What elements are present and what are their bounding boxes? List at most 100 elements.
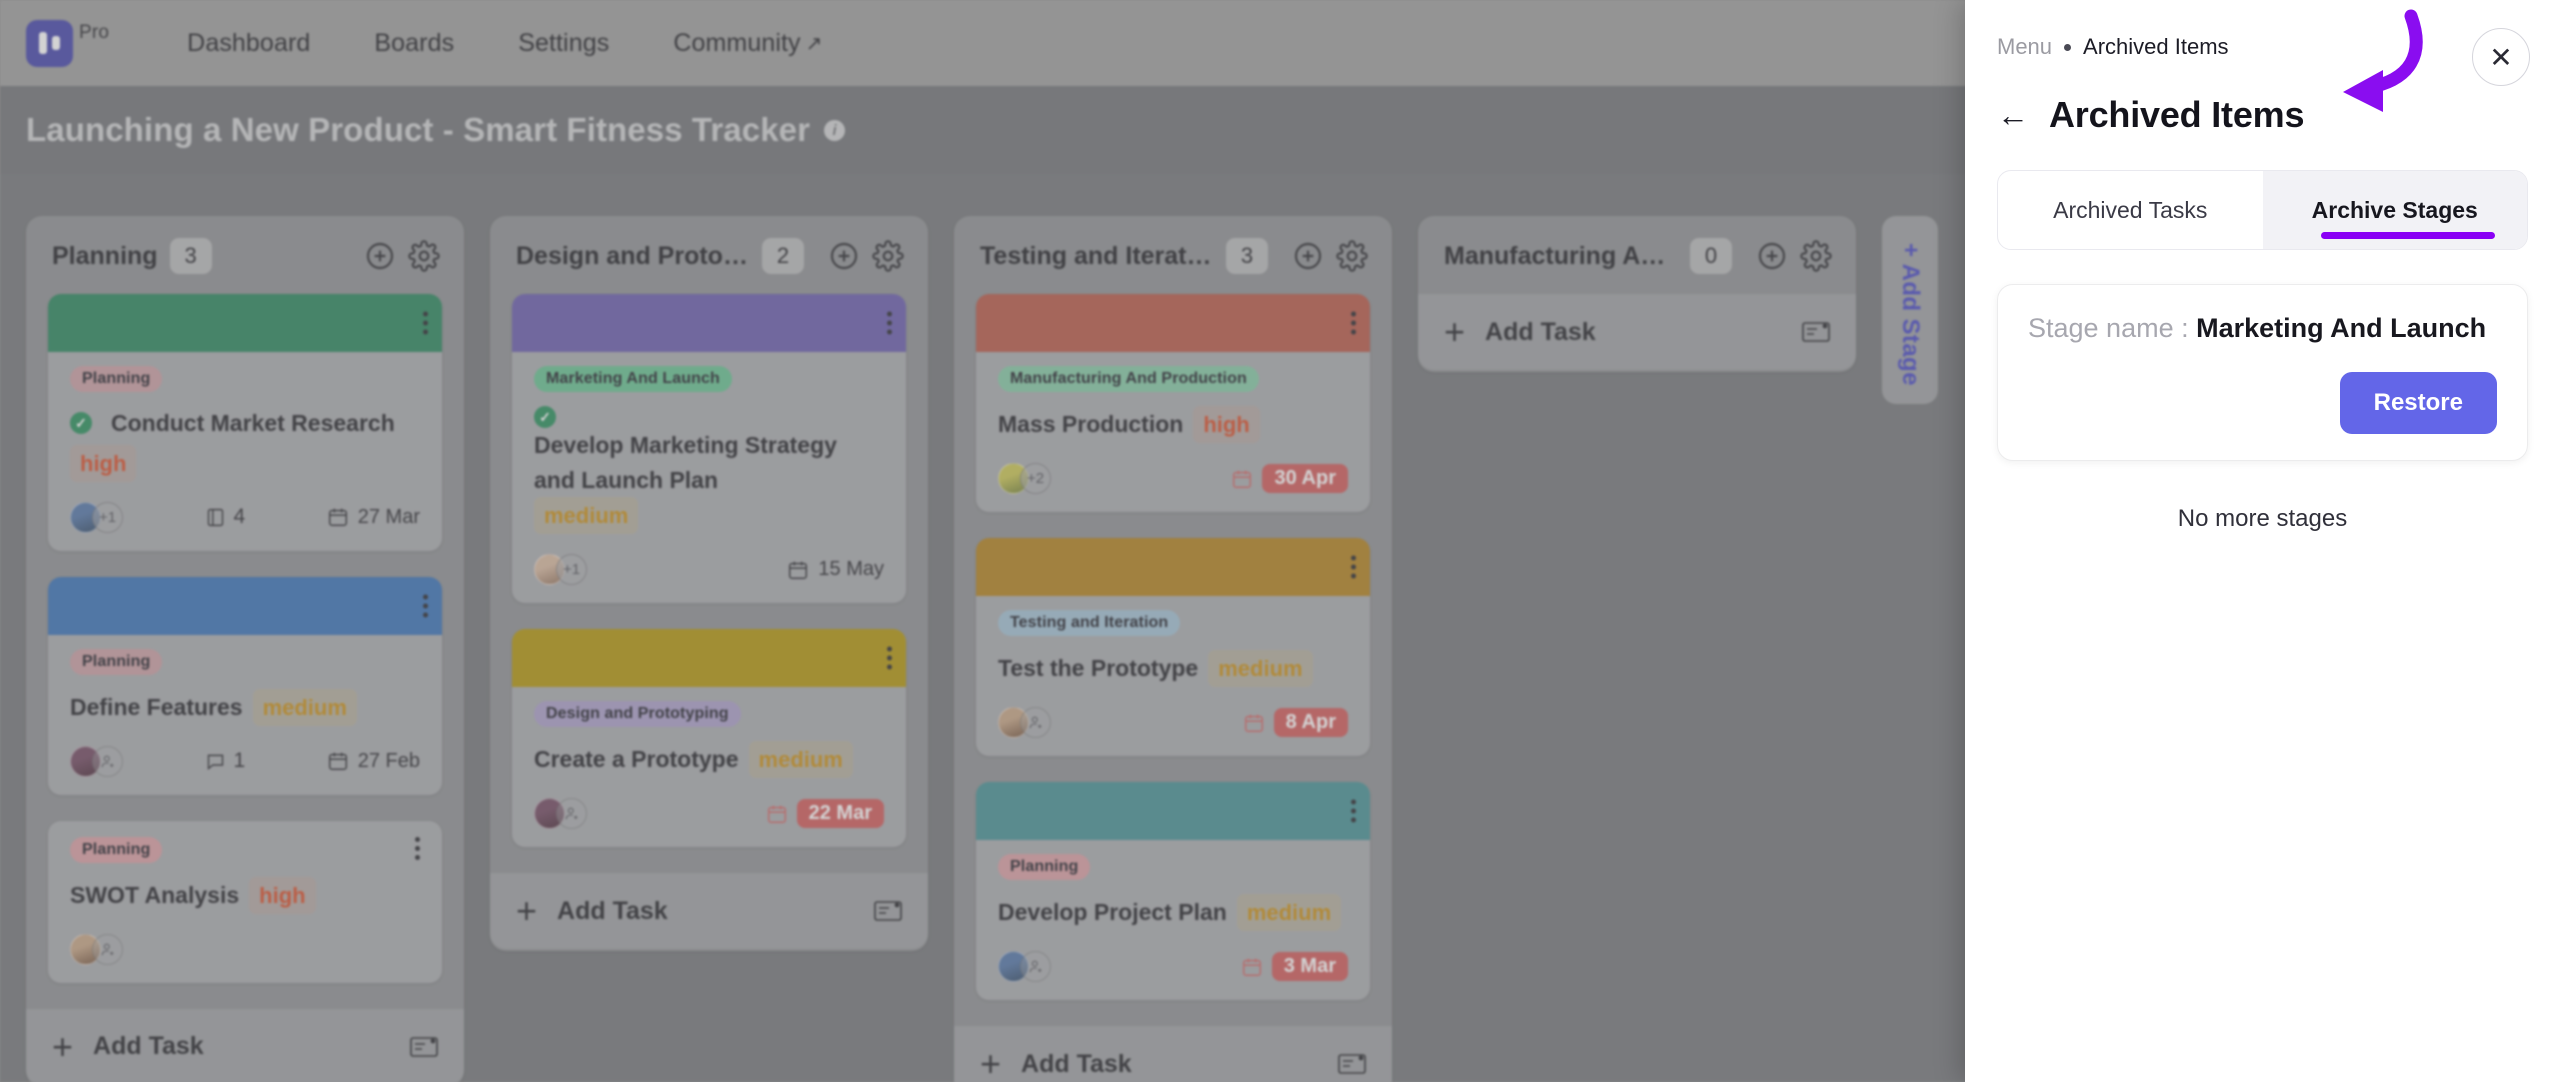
tab-archive-stages-label: Archive Stages	[2311, 196, 2478, 223]
card-menu-icon[interactable]	[1351, 799, 1356, 823]
avatar-group[interactable]	[70, 933, 123, 965]
card-cover-banner	[48, 294, 442, 352]
task-card[interactable]: Testing and Iteration Test the Prototype…	[976, 538, 1370, 756]
avatar-group[interactable]	[534, 798, 587, 829]
card-title-row: Develop Project Plan medium	[998, 894, 1348, 931]
template-icon[interactable]	[874, 899, 902, 923]
avatar-group[interactable]: +1	[534, 554, 587, 585]
book-icon[interactable]: 4	[205, 505, 246, 529]
add-assignee-icon[interactable]	[556, 798, 587, 829]
nav-link-settings[interactable]: Settings	[518, 29, 609, 58]
restore-button[interactable]: Restore	[2339, 372, 2497, 434]
template-icon[interactable]	[1338, 1052, 1366, 1076]
due-date-text: 30 Apr	[1262, 464, 1348, 493]
nav-link-dashboard[interactable]: Dashboard	[187, 29, 310, 58]
due-date[interactable]: 8 Apr	[1243, 708, 1348, 737]
card-cover-banner	[976, 538, 1370, 596]
tab-archive-stages[interactable]: Archive Stages	[2262, 171, 2527, 249]
page-title: Launching a New Product - Smart Fitness …	[26, 111, 811, 148]
add-task-button[interactable]: + Add Task	[1418, 294, 1856, 370]
card-body: Marketing And Launch ✓ Develop Marketing…	[512, 352, 906, 603]
card-title: Create a Prototype	[534, 746, 739, 773]
plus-circle-icon[interactable]	[1292, 240, 1324, 272]
card-menu-icon[interactable]	[1351, 555, 1356, 579]
card-body: Manufacturing And Production Mass Produc…	[976, 352, 1370, 512]
task-card[interactable]: Design and Prototyping Create a Prototyp…	[512, 629, 906, 847]
avatar-group[interactable]	[70, 745, 123, 777]
card-menu-icon[interactable]	[423, 311, 428, 335]
card-stage-chip: Planning	[70, 648, 163, 675]
due-date[interactable]: 30 Apr	[1231, 464, 1348, 493]
column-card-list: Marketing And Launch ✓ Develop Marketing…	[490, 294, 928, 847]
info-icon[interactable]: i	[824, 119, 846, 141]
add-task-button[interactable]: + Add Task	[954, 1026, 1392, 1082]
card-menu-icon[interactable]	[887, 646, 892, 670]
card-stage-chip: Planning	[70, 836, 163, 863]
due-date[interactable]: 27 Feb	[327, 750, 420, 773]
task-card[interactable]: Planning ✓ Conduct Market Research high	[48, 294, 442, 551]
card-body: Design and Prototyping Create a Prototyp…	[512, 687, 906, 847]
avatar-group[interactable]	[998, 951, 1051, 982]
card-menu-icon[interactable]	[887, 311, 892, 335]
archived-stage-card: Stage name : Marketing And Launch Restor…	[1997, 284, 2528, 461]
due-date[interactable]: 15 May	[787, 558, 884, 581]
add-stage-button[interactable]: + Add Stage	[1882, 216, 1938, 404]
add-task-button[interactable]: + Add Task	[26, 1008, 464, 1082]
gear-icon[interactable]	[872, 240, 904, 272]
card-menu-icon[interactable]	[1351, 311, 1356, 335]
due-date[interactable]: 3 Mar	[1241, 952, 1348, 981]
add-assignee-icon[interactable]	[1020, 707, 1051, 738]
card-title: SWOT Analysis	[70, 881, 240, 908]
gear-icon[interactable]	[1336, 240, 1368, 272]
breadcrumb-root[interactable]: Menu	[1997, 34, 2052, 60]
card-menu-icon[interactable]	[415, 836, 420, 860]
task-card[interactable]: Planning Define Features medium 1 27 Feb	[48, 576, 442, 795]
card-stage-chip: Marketing And Launch	[534, 366, 732, 392]
avatar-group[interactable]: +2	[998, 463, 1051, 494]
nav-link-community[interactable]: Community ↗	[673, 29, 822, 58]
plus-circle-icon[interactable]	[364, 240, 396, 272]
card-title: Develop Project Plan	[998, 899, 1227, 926]
avatar-group[interactable]: +1	[70, 501, 123, 533]
card-menu-icon[interactable]	[423, 594, 428, 617]
app-logo-icon[interactable]	[26, 19, 73, 67]
stage-name-line: Stage name : Marketing And Launch	[2028, 313, 2497, 344]
back-arrow-icon[interactable]: ←	[1997, 99, 2029, 131]
task-card[interactable]: Manufacturing And Production Mass Produc…	[976, 294, 1370, 512]
column-task-count: 2	[762, 238, 804, 274]
template-icon[interactable]	[410, 1035, 438, 1059]
add-assignee-icon[interactable]	[92, 745, 123, 777]
tab-archived-tasks[interactable]: Archived Tasks	[1998, 171, 2263, 249]
nav-link-boards[interactable]: Boards	[374, 29, 454, 58]
card-cover-banner	[512, 294, 906, 352]
app-root: Pro Dashboard Boards Settings Community …	[0, 0, 2560, 1082]
priority-badge: medium	[1236, 894, 1342, 931]
task-card[interactable]: Planning SWOT Analysis high	[48, 820, 442, 983]
add-task-label: Add Task	[557, 896, 668, 925]
card-meta: 22 Mar	[534, 798, 884, 829]
comment-icon[interactable]: 1	[205, 749, 245, 773]
close-icon[interactable]: ✕	[2472, 28, 2530, 86]
add-task-button[interactable]: + Add Task	[490, 873, 928, 949]
plus-circle-icon[interactable]	[1756, 240, 1788, 272]
due-date[interactable]: 22 Mar	[766, 799, 884, 828]
column-title: Testing and Iteration	[980, 241, 1214, 270]
add-assignee-icon[interactable]	[1020, 951, 1051, 982]
breadcrumb-current: Archived Items	[2083, 34, 2229, 59]
plus-circle-icon[interactable]	[828, 240, 860, 272]
nav-link-settings-label: Settings	[518, 28, 610, 57]
logo-bar-left	[39, 32, 47, 54]
gear-icon[interactable]	[408, 240, 440, 272]
priority-badge: medium	[748, 741, 853, 778]
avatar-group[interactable]	[998, 707, 1051, 738]
tab-archived-tasks-label: Archived Tasks	[2053, 196, 2208, 223]
add-assignee-icon[interactable]	[92, 933, 123, 965]
template-icon[interactable]	[1802, 320, 1830, 344]
task-card[interactable]: Planning Develop Project Plan medium 3 M…	[976, 782, 1370, 1000]
due-date-text: 8 Apr	[1273, 708, 1348, 737]
column-title: Planning	[52, 241, 158, 270]
task-card[interactable]: Marketing And Launch ✓ Develop Marketing…	[512, 294, 906, 603]
due-date[interactable]: 27 Mar	[327, 506, 420, 529]
gear-icon[interactable]	[1800, 240, 1832, 272]
attachment-count: 4	[233, 505, 246, 528]
